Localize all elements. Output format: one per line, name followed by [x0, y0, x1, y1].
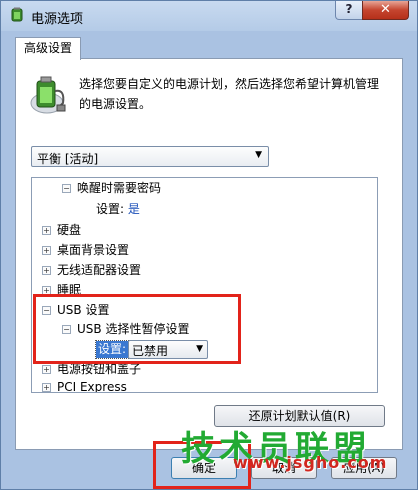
help-button[interactable]: ? [335, 1, 363, 20]
expand-icon[interactable]: + [42, 246, 51, 255]
tree-item-label: 硬盘 [57, 223, 82, 237]
tree-item-label: 桌面背景设置 [57, 243, 130, 257]
close-button[interactable]: ✕ [362, 1, 409, 20]
collapse-icon[interactable]: − [62, 184, 71, 193]
tree-item-hard-disk[interactable]: + 硬盘 [42, 221, 81, 240]
power-plan-select[interactable]: 平衡 [活动] ▼ [31, 146, 269, 167]
title-bar[interactable]: 电源选项 ? ✕ [1, 1, 417, 31]
description-text: 选择您要自定义的电源计划，然后选择您希望计算机管理的电源设置。 [79, 77, 380, 111]
tree-item-wireless-adapter[interactable]: + 无线适配器设置 [42, 261, 141, 280]
wakeup-setting-row: 设置: 是 [96, 200, 140, 219]
setting-value-link[interactable]: 是 [128, 202, 140, 216]
chevron-down-icon: ▼ [255, 150, 262, 160]
power-plan-value: 平衡 [活动] [37, 152, 99, 166]
power-options-icon [11, 7, 23, 22]
expand-icon[interactable]: + [42, 365, 51, 374]
tree-item-label: 唤醒时需要密码 [77, 181, 162, 195]
tree-item-wakeup-password[interactable]: − 唤醒时需要密码 [62, 179, 161, 198]
usb-highlight-box [33, 294, 241, 364]
expand-icon[interactable]: + [42, 266, 51, 275]
power-options-dialog: 电源选项 ? ✕ 高级设置 选择您要自定义的电源计划，然后选择您希望计算机管理的… [0, 0, 418, 490]
watermark-url: www.jsgho.com [233, 453, 388, 472]
expand-icon[interactable]: + [42, 226, 51, 235]
tree-item-label: 电源按钮和盖子 [57, 362, 142, 376]
window-title: 电源选项 [31, 12, 84, 27]
tab-advanced-settings[interactable]: 高级设置 [15, 37, 81, 60]
tree-item-label: 无线适配器设置 [57, 263, 142, 277]
tree-item-pci-express[interactable]: + PCI Express [42, 378, 127, 393]
tree-item-desktop-background[interactable]: + 桌面背景设置 [42, 241, 129, 260]
tree-item-label: PCI Express [57, 380, 127, 393]
setting-label: 设置: [96, 202, 125, 216]
battery-power-icon [30, 76, 66, 114]
expand-icon[interactable]: + [42, 383, 51, 392]
